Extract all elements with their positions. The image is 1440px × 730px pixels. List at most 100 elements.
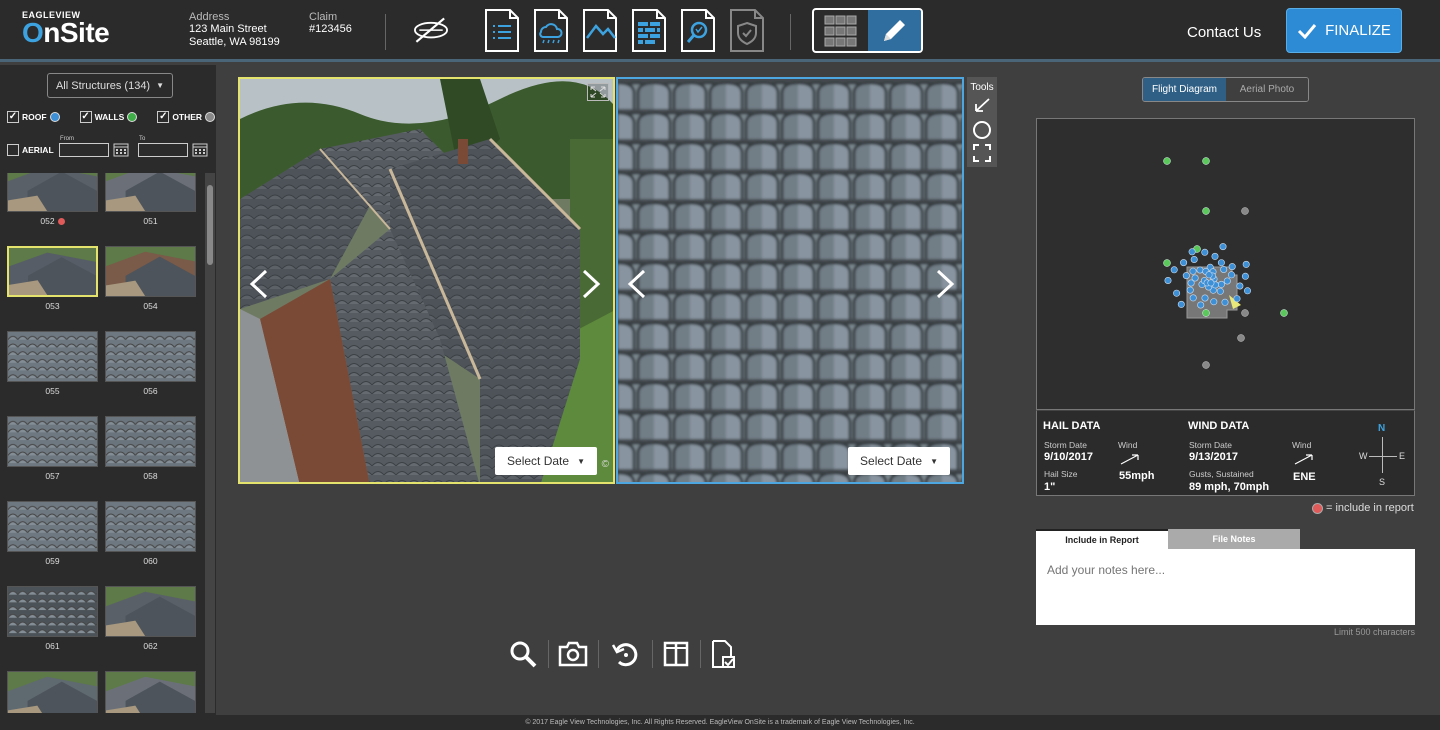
photo-thumbnail[interactable] xyxy=(7,246,98,297)
photo-thumbnail[interactable] xyxy=(105,501,196,552)
roof-photo-point[interactable] xyxy=(1197,301,1205,309)
grid-view-button[interactable] xyxy=(814,10,868,51)
roof-photo-point[interactable] xyxy=(1242,260,1250,268)
walls-photo-point[interactable] xyxy=(1163,157,1171,165)
roof-photo-point[interactable] xyxy=(1196,266,1204,274)
edit-view-button[interactable] xyxy=(867,10,921,51)
crop-tool-icon[interactable] xyxy=(972,143,992,163)
roof-photo-point[interactable] xyxy=(1217,280,1225,288)
circle-tool-icon[interactable] xyxy=(972,120,992,140)
other-photo-point[interactable] xyxy=(1237,334,1245,342)
rotate-button[interactable] xyxy=(610,638,640,670)
photo-thumbnail[interactable] xyxy=(105,331,196,382)
wall-document-icon[interactable] xyxy=(630,8,668,53)
roof-photo-point[interactable] xyxy=(1190,256,1198,264)
shield-document-icon[interactable] xyxy=(728,8,766,53)
roof-photo-point[interactable] xyxy=(1210,298,1218,306)
tab-include-in-report[interactable]: Include in Report xyxy=(1036,529,1168,549)
photo-thumbnail[interactable] xyxy=(105,173,196,212)
calendar-icon[interactable] xyxy=(113,142,129,157)
eagleview-onsite-logo[interactable]: EAGLEVIEW OnSite xyxy=(22,10,110,47)
walls-photo-point[interactable] xyxy=(1202,309,1210,317)
photo-thumbnail[interactable] xyxy=(105,416,196,467)
other-photo-point[interactable] xyxy=(1241,207,1249,215)
previous-photo-arrow[interactable] xyxy=(248,269,270,299)
roof-photo-point[interactable] xyxy=(1189,267,1197,275)
tab-aerial-photo[interactable]: Aerial Photo xyxy=(1226,78,1308,101)
roof-checkbox[interactable]: ✓ xyxy=(7,111,19,123)
roof-photo-point[interactable] xyxy=(1189,294,1197,302)
roof-photo-point[interactable] xyxy=(1205,271,1213,279)
roof-photo-point[interactable] xyxy=(1219,243,1227,251)
roof-photo-point[interactable] xyxy=(1170,266,1178,274)
roof-photo-point[interactable] xyxy=(1164,277,1172,285)
roof-document-icon[interactable] xyxy=(581,8,619,53)
next-photo-arrow[interactable] xyxy=(934,269,956,299)
list-document-icon[interactable] xyxy=(483,8,521,53)
walls-photo-point[interactable] xyxy=(1202,157,1210,165)
photo-thumbnail[interactable] xyxy=(105,586,196,637)
snapshot-button[interactable] xyxy=(558,638,588,670)
calendar-icon[interactable] xyxy=(192,142,208,157)
thumbnail-scrollbar[interactable] xyxy=(205,173,215,713)
other-photo-point[interactable] xyxy=(1241,309,1249,317)
comparison-photo-panel[interactable]: Select Date ▼ xyxy=(616,77,964,484)
roof-photo-point[interactable] xyxy=(1182,272,1190,280)
from-date-input[interactable] xyxy=(59,143,109,157)
scrollbar-thumb[interactable] xyxy=(207,185,213,265)
roof-photo-point[interactable] xyxy=(1201,294,1209,302)
finalize-button[interactable]: FINALIZE xyxy=(1286,8,1402,53)
other-photo-point[interactable] xyxy=(1202,361,1210,369)
weather-document-icon[interactable] xyxy=(532,8,570,53)
photo-thumbnail[interactable] xyxy=(7,586,98,637)
aerial-checkbox[interactable] xyxy=(7,144,19,156)
roof-photo-point[interactable] xyxy=(1188,248,1196,256)
photo-thumbnail[interactable] xyxy=(7,501,98,552)
to-date-input[interactable] xyxy=(138,143,188,157)
walls-photo-point[interactable] xyxy=(1280,309,1288,317)
roof-photo-point[interactable] xyxy=(1223,277,1231,285)
zoom-button[interactable] xyxy=(508,638,538,670)
flight-diagram[interactable] xyxy=(1036,118,1415,410)
photo-thumbnail[interactable] xyxy=(7,416,98,467)
tab-file-notes[interactable]: File Notes xyxy=(1168,529,1300,549)
roof-photo-point[interactable] xyxy=(1173,289,1181,297)
notes-textarea[interactable] xyxy=(1036,549,1415,625)
walls-checkbox[interactable]: ✓ xyxy=(79,111,92,123)
roof-photo-point[interactable] xyxy=(1186,286,1194,294)
add-to-report-button[interactable] xyxy=(708,638,738,670)
roof-photo-point[interactable] xyxy=(1236,282,1244,290)
primary-photo-panel[interactable]: Select Date ▼ © xyxy=(238,77,615,484)
walls-photo-point[interactable] xyxy=(1202,207,1210,215)
tab-flight-diagram[interactable]: Flight Diagram xyxy=(1143,78,1226,101)
roof-photo-point[interactable] xyxy=(1191,274,1199,282)
roof-photo-point[interactable] xyxy=(1211,252,1219,260)
select-date-dropdown[interactable]: Select Date ▼ xyxy=(495,447,597,475)
select-date-dropdown[interactable]: Select Date ▼ xyxy=(848,447,950,475)
expand-icon[interactable] xyxy=(587,83,609,101)
photo-thumbnail[interactable] xyxy=(7,671,98,713)
roof-photo-point[interactable] xyxy=(1228,271,1236,279)
roof-photo-point[interactable] xyxy=(1244,287,1252,295)
contact-us-link[interactable]: Contact Us xyxy=(1187,24,1261,41)
roof-photo-point[interactable] xyxy=(1201,248,1209,256)
inspect-document-icon[interactable] xyxy=(679,8,717,53)
photo-thumbnail[interactable] xyxy=(105,671,196,713)
split-view-button[interactable] xyxy=(661,638,691,670)
other-checkbox[interactable]: ✓ xyxy=(157,111,170,123)
roof-photo-point[interactable] xyxy=(1220,266,1228,274)
roof-photo-point[interactable] xyxy=(1221,298,1229,306)
roof-photo-point[interactable] xyxy=(1216,287,1224,295)
roof-photo-point[interactable] xyxy=(1180,259,1188,267)
arrow-tool-icon[interactable] xyxy=(972,97,992,115)
compass-icon[interactable] xyxy=(412,8,450,53)
previous-photo-arrow[interactable] xyxy=(626,269,648,299)
photo-thumbnail[interactable] xyxy=(105,246,196,297)
next-photo-arrow[interactable] xyxy=(580,269,602,299)
roof-photo-point[interactable] xyxy=(1228,263,1236,271)
roof-photo-point[interactable] xyxy=(1233,295,1241,303)
roof-photo-point[interactable] xyxy=(1177,300,1185,308)
photo-thumbnail[interactable] xyxy=(7,173,98,212)
roof-photo-point[interactable] xyxy=(1217,259,1225,267)
walls-photo-point[interactable] xyxy=(1163,259,1171,267)
